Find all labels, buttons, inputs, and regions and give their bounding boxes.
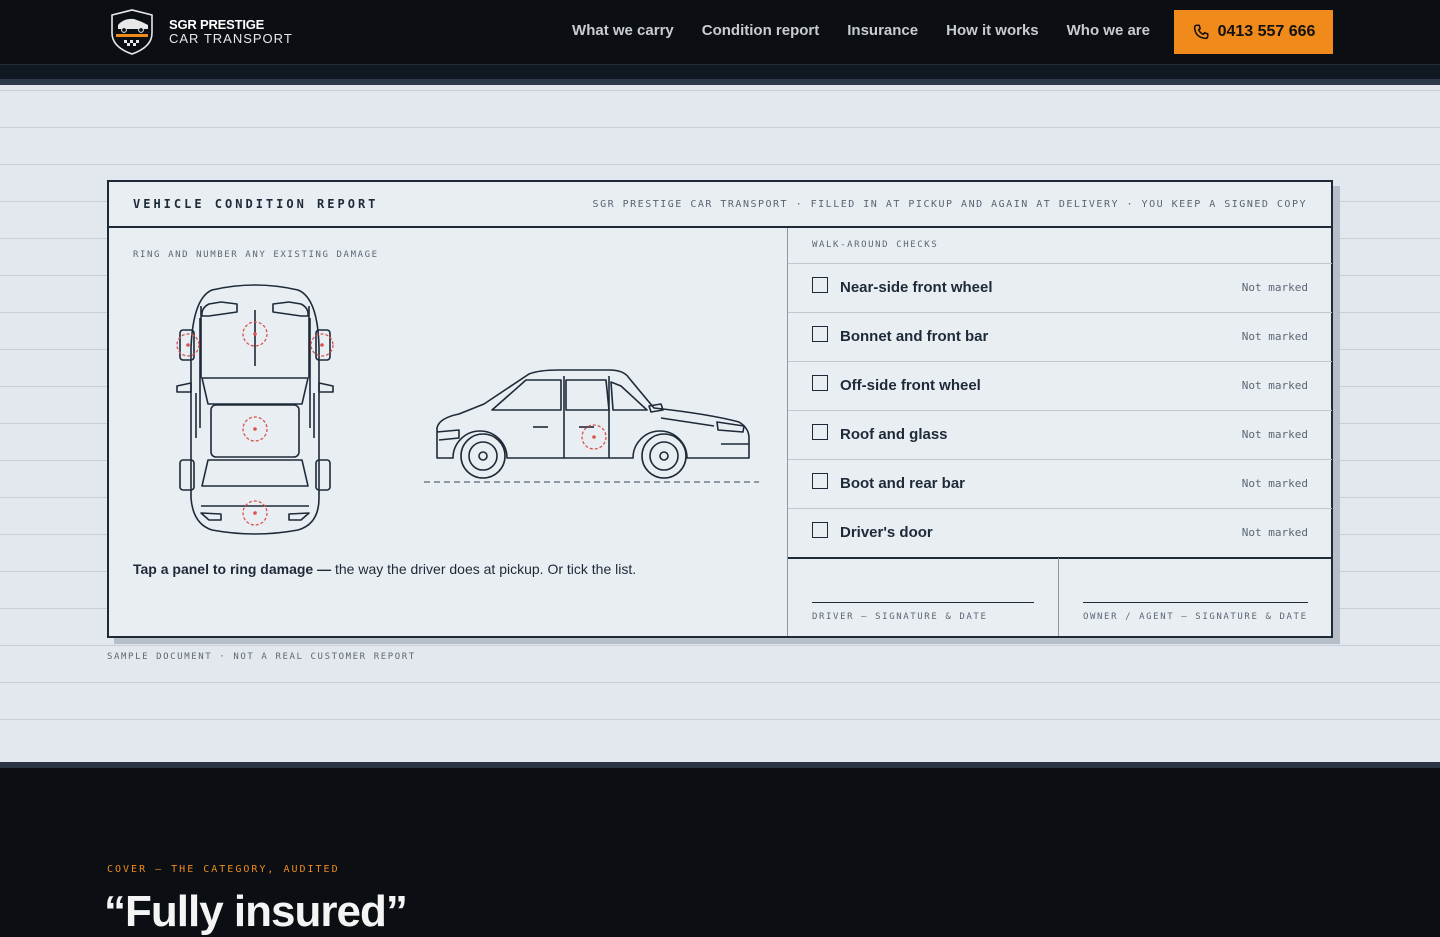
checkbox[interactable]	[812, 277, 828, 293]
check-label: Off-side front wheel	[840, 377, 981, 394]
cover-eyebrow: COVER — THE CATEGORY, AUDITED	[107, 864, 340, 875]
damage-hint: Tap a panel to ring damage — the way the…	[133, 561, 636, 577]
check-row-bonnet-and-front-bar[interactable]: Bonnet and front bar Not marked	[788, 312, 1332, 361]
check-row-near-side-front-wheel[interactable]: Near-side front wheel Not marked	[788, 263, 1332, 312]
check-status: Not marked	[1241, 477, 1308, 490]
driver-signature-label: DRIVER — SIGNATURE & DATE	[812, 612, 988, 622]
section-divider	[0, 762, 1440, 768]
owner-signature-label: OWNER / AGENT — SIGNATURE & DATE	[1083, 612, 1308, 622]
nav-link-what-we-carry[interactable]: What we carry	[572, 22, 674, 39]
owner-signature-field[interactable]: OWNER / AGENT — SIGNATURE & DATE	[1059, 558, 1332, 636]
check-label: Boot and rear bar	[840, 475, 966, 492]
checkbox[interactable]	[812, 375, 828, 391]
checkbox[interactable]	[812, 522, 828, 538]
signature-area: DRIVER — SIGNATURE & DATE OWNER / AGENT …	[788, 558, 1332, 636]
check-row-roof-and-glass[interactable]: Roof and glass Not marked	[788, 410, 1332, 459]
check-label: Bonnet and front bar	[840, 328, 989, 345]
damage-hint-bold: Tap a panel to ring damage —	[133, 561, 332, 577]
main-nav: What we carry Condition report Insurance…	[572, 22, 1150, 39]
phone-number: 0413 557 666	[1217, 23, 1316, 40]
check-status: Not marked	[1241, 379, 1308, 392]
check-row-drivers-door[interactable]: Driver's door Not marked	[788, 508, 1332, 559]
site-header: SGR PRESTIGE CAR TRANSPORT What we carry…	[0, 0, 1440, 65]
checkbox[interactable]	[812, 473, 828, 489]
checks-label: WALK-AROUND CHECKS	[812, 240, 939, 250]
vehicle-diagram	[176, 284, 759, 535]
check-row-boot-and-rear-bar[interactable]: Boot and rear bar Not marked	[788, 459, 1332, 508]
check-status: Not marked	[1241, 330, 1308, 343]
nav-link-how-it-works[interactable]: How it works	[946, 22, 1039, 39]
phone-icon	[1193, 24, 1209, 40]
checkbox[interactable]	[812, 424, 828, 440]
damage-markers-side[interactable]	[581, 424, 607, 450]
check-list: Near-side front wheel Not marked Bonnet …	[788, 263, 1332, 559]
report-meta: SGR PRESTIGE CAR TRANSPORT · FILLED IN A…	[592, 199, 1307, 210]
check-row-off-side-front-wheel[interactable]: Off-side front wheel Not marked	[788, 361, 1332, 410]
call-phone-button[interactable]: 0413 557 666	[1174, 10, 1333, 54]
condition-report-card: VEHICLE CONDITION REPORT SGR PRESTIGE CA…	[107, 180, 1333, 638]
brand-name[interactable]: SGR PRESTIGE	[169, 17, 264, 32]
check-label: Driver's door	[840, 524, 933, 541]
driver-signature-field[interactable]: DRIVER — SIGNATURE & DATE	[788, 558, 1059, 636]
signature-line	[812, 602, 1034, 603]
check-status: Not marked	[1241, 526, 1308, 539]
check-status: Not marked	[1241, 281, 1308, 294]
sample-document-note: SAMPLE DOCUMENT · NOT A REAL CUSTOMER RE…	[107, 652, 416, 662]
brand-tagline[interactable]: CAR TRANSPORT	[169, 31, 293, 46]
cover-heading: “Fully insured”	[104, 887, 408, 936]
damage-hint-rest: the way the driver does at pickup. Or ti…	[331, 561, 637, 577]
report-header: VEHICLE CONDITION REPORT SGR PRESTIGE CA…	[109, 182, 1331, 228]
nav-link-condition-report[interactable]: Condition report	[702, 22, 819, 39]
signature-line	[1083, 602, 1308, 603]
damage-diagram-pane: RING AND NUMBER ANY EXISTING DAMAGE Tap …	[109, 228, 787, 636]
nav-link-insurance[interactable]: Insurance	[847, 22, 918, 39]
walk-around-checks-pane: WALK-AROUND CHECKS Near-side front wheel…	[787, 228, 1332, 636]
check-status: Not marked	[1241, 428, 1308, 441]
car-side-view-icon	[436, 369, 750, 479]
nav-link-who-we-are[interactable]: Who we are	[1067, 22, 1150, 39]
check-label: Roof and glass	[840, 426, 948, 443]
header-strip	[0, 64, 1440, 79]
report-title: VEHICLE CONDITION REPORT	[133, 197, 379, 211]
check-label: Near-side front wheel	[840, 279, 993, 296]
checkbox[interactable]	[812, 326, 828, 342]
logo-badge-icon[interactable]	[108, 9, 156, 55]
